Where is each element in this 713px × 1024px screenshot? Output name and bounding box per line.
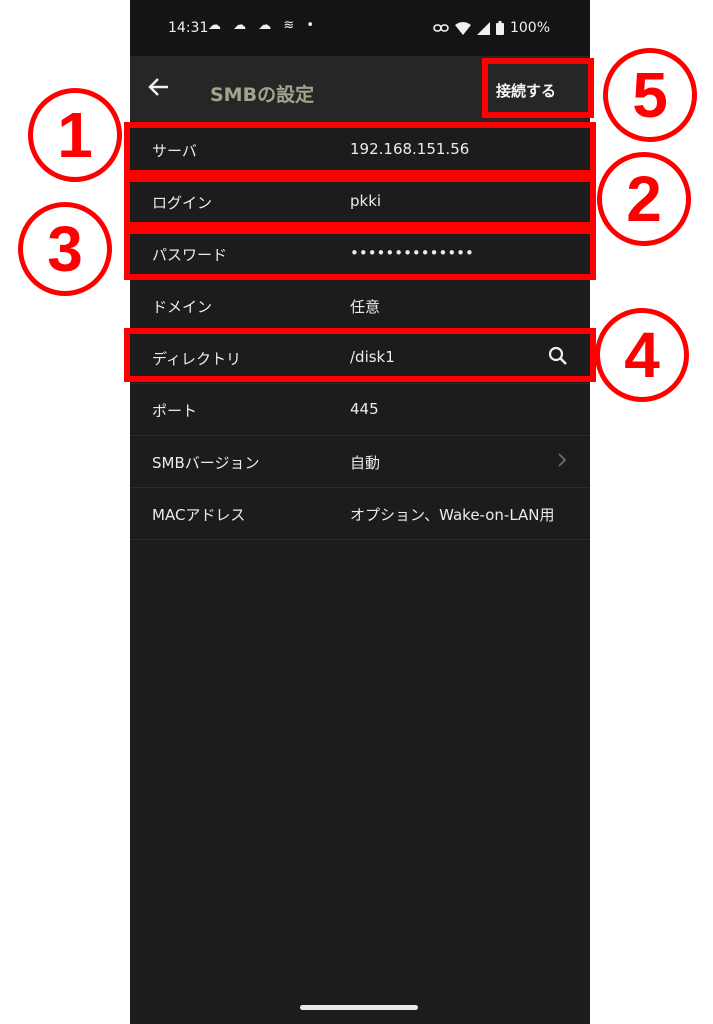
mac-address-row[interactable]: MACアドレス オプション、Wake-on-LAN用	[130, 488, 590, 540]
domain-label: ドメイン	[152, 298, 213, 316]
wifi-icon	[454, 21, 471, 35]
signal-icon	[476, 21, 490, 35]
page-title: SMBの設定	[210, 84, 315, 106]
smb-version-value: 自動	[350, 454, 381, 472]
mac-address-value: オプション、Wake-on-LAN用	[350, 506, 555, 524]
battery-percent: 100%	[509, 20, 550, 36]
highlight-directory	[124, 328, 596, 382]
port-row[interactable]: ポート 445	[130, 384, 590, 436]
home-indicator[interactable]	[300, 1005, 418, 1010]
domain-value: 任意	[350, 298, 381, 316]
status-time: 14:31	[168, 20, 209, 36]
highlight-server	[124, 122, 596, 176]
notification-icons: ☁ ☁ ☁ ≋ •	[208, 18, 319, 33]
port-label: ポート	[152, 402, 198, 420]
status-right: 100%	[433, 20, 550, 36]
annotation-1: 1	[28, 88, 122, 182]
annotation-5: 5	[603, 48, 697, 142]
link-icon	[433, 24, 449, 32]
battery-icon	[495, 21, 504, 35]
domain-row[interactable]: ドメイン 任意	[130, 280, 590, 332]
annotation-4: 4	[595, 308, 689, 402]
smb-version-row[interactable]: SMBバージョン 自動	[130, 436, 590, 488]
back-arrow-icon[interactable]	[148, 76, 170, 102]
highlight-connect	[482, 58, 594, 118]
highlight-login	[124, 176, 596, 228]
highlight-password	[124, 228, 596, 280]
port-value: 445	[350, 400, 379, 418]
chevron-right-icon	[556, 450, 568, 474]
smb-version-label: SMBバージョン	[152, 454, 260, 472]
annotation-3: 3	[18, 202, 112, 296]
mac-address-label: MACアドレス	[152, 506, 246, 524]
annotation-2: 2	[597, 152, 691, 246]
status-bar: 14:31 ☁ ☁ ☁ ≋ • 100%	[130, 0, 590, 56]
